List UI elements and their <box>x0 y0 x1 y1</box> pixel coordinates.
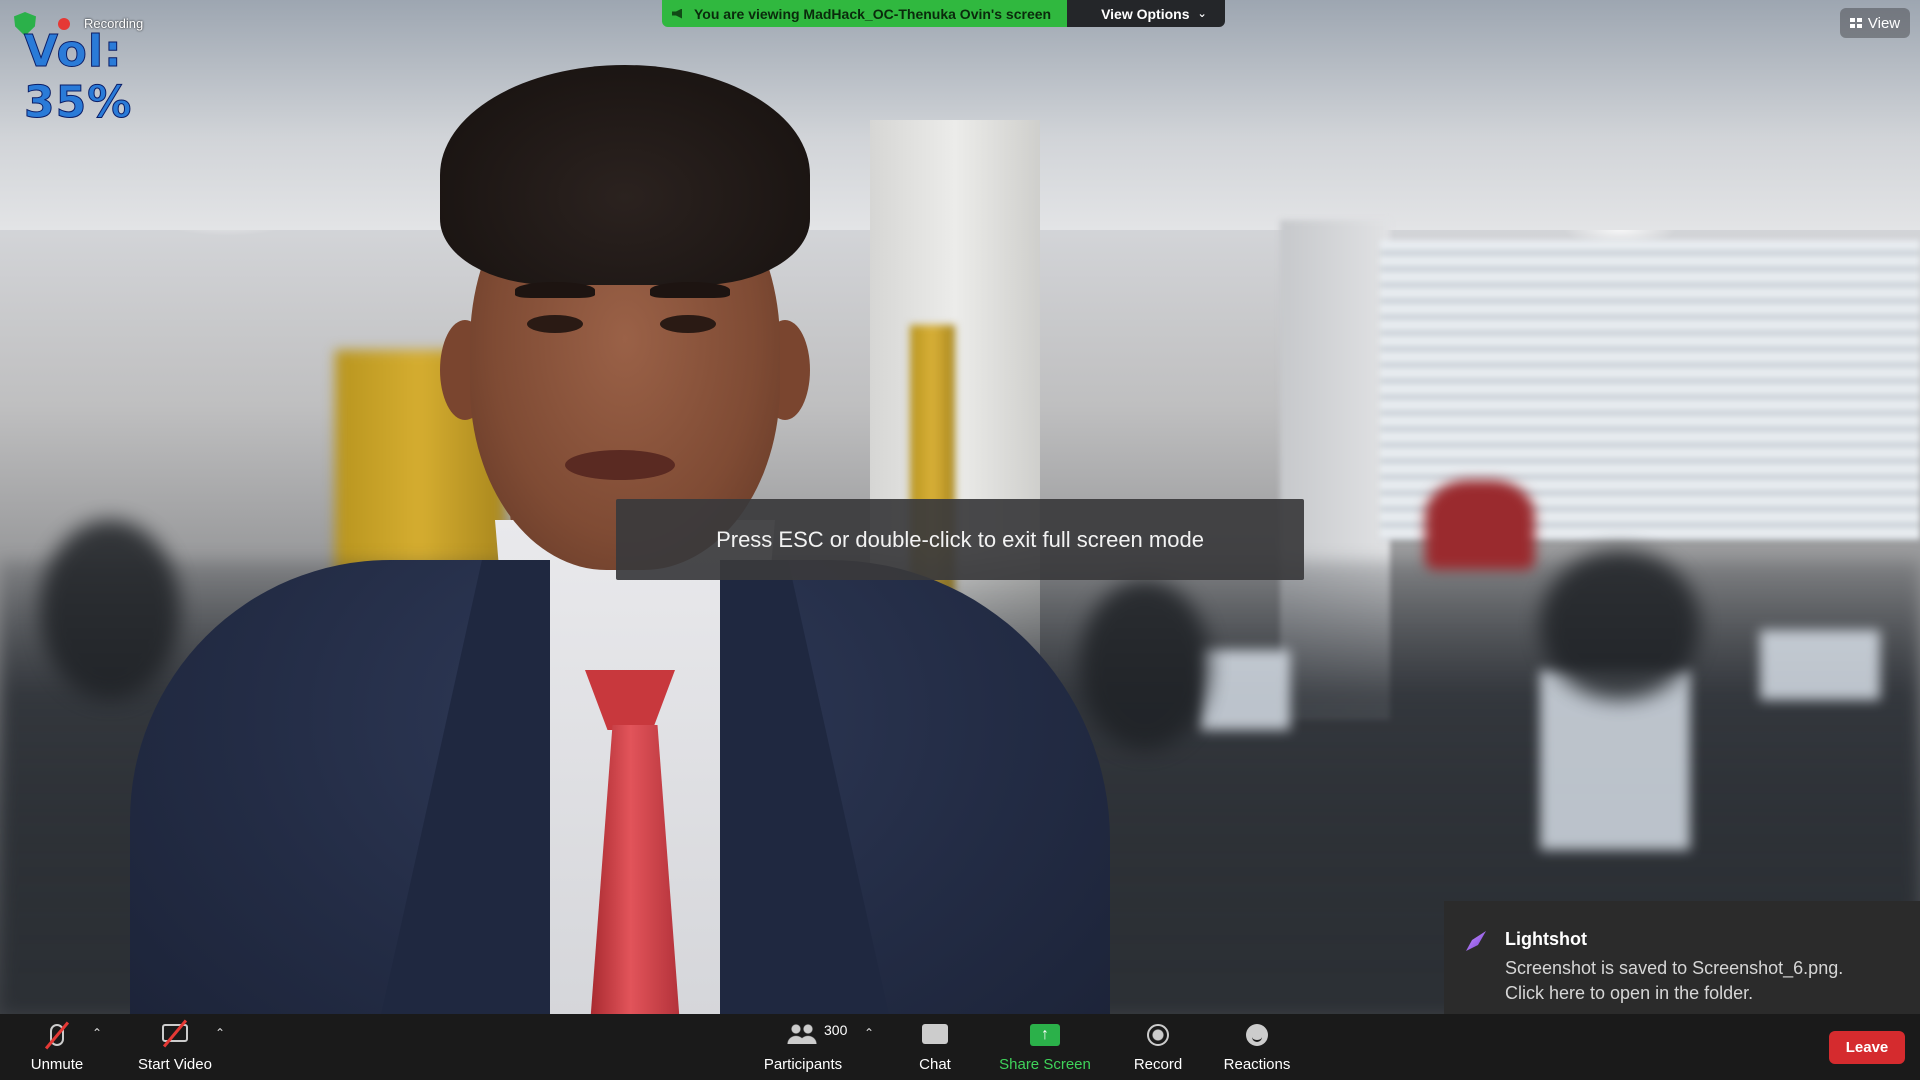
share-screen-arrow-icon: ↑ <box>1030 1024 1060 1046</box>
view-options-label: View Options <box>1101 5 1190 22</box>
notification-line: Screenshot is saved to Screenshot_6.png. <box>1505 958 1844 978</box>
fullscreen-exit-hint: Press ESC or double-click to exit full s… <box>616 499 1304 580</box>
participants-button[interactable]: 300 Participants <box>755 1014 851 1080</box>
video-off-icon <box>162 1019 188 1048</box>
view-button[interactable]: View <box>1840 8 1910 38</box>
record-label: Record <box>1133 1056 1183 1073</box>
audio-options-caret-icon[interactable]: ⌃ <box>92 1026 102 1040</box>
start-video-label: Start Video <box>138 1056 212 1073</box>
presenter-hair <box>440 65 810 285</box>
view-button-label: View <box>1867 14 1901 32</box>
presenter-eye <box>660 315 716 333</box>
participants-label: Participants <box>763 1056 843 1073</box>
lightshot-feather-icon <box>1466 931 1486 951</box>
notification-line: Click here to open in the folder. <box>1505 983 1754 1003</box>
chat-button[interactable]: Chat <box>905 1014 965 1080</box>
reactions-button[interactable]: Reactions <box>1222 1014 1292 1080</box>
screen-share-banner: You are viewing MadHack_OC-Thenuka Ovin'… <box>662 0 1225 27</box>
leave-label: Leave <box>1845 1039 1889 1056</box>
leave-button[interactable]: Leave <box>1829 1031 1905 1064</box>
background-person <box>1540 550 1700 700</box>
chevron-down-icon: ⌄ <box>1197 8 1207 20</box>
notification-title: Lightshot <box>1505 929 1587 949</box>
presenter-eye <box>527 315 583 333</box>
presenter-eyebrow <box>650 282 730 298</box>
background-person <box>40 520 180 700</box>
shared-screen-video: Recording Vol: 35% You are viewing MadHa… <box>0 0 1920 1014</box>
unmute-button[interactable]: Unmute <box>22 1014 92 1080</box>
record-icon <box>1147 1024 1169 1046</box>
record-button[interactable]: Record <box>1127 1014 1189 1080</box>
viewing-screen-text: You are viewing MadHack_OC-Thenuka Ovin'… <box>694 5 1052 22</box>
background-monitor <box>1760 630 1880 700</box>
volume-overlay: Vol: 35% <box>24 26 133 129</box>
share-screen-button[interactable]: ↑ Share Screen <box>995 1014 1095 1080</box>
lightshot-notification[interactable]: Lightshot Screenshot is saved to Screens… <box>1444 901 1920 1014</box>
reaction-smiley-icon <box>1246 1024 1268 1046</box>
presenter-eyebrow <box>515 282 595 298</box>
meeting-toolbar: Unmute ⌃ Start Video ⌃ 300 Participants … <box>0 1014 1920 1080</box>
participants-icon <box>787 1024 817 1044</box>
chat-label: Chat <box>919 1056 951 1073</box>
viewing-screen-notice: You are viewing MadHack_OC-Thenuka Ovin'… <box>662 0 1068 27</box>
reactions-label: Reactions <box>1223 1056 1291 1073</box>
participants-options-caret-icon[interactable]: ⌃ <box>864 1026 874 1040</box>
grid-view-icon <box>1849 18 1862 28</box>
speaker-icon <box>672 8 682 19</box>
fullscreen-exit-hint-text: Press ESC or double-click to exit full s… <box>716 526 1204 552</box>
chat-bubble-icon <box>922 1024 948 1044</box>
background-monitor <box>1200 650 1290 730</box>
video-options-caret-icon[interactable]: ⌃ <box>215 1026 225 1040</box>
participants-count: 300 <box>824 1022 848 1038</box>
view-options-button[interactable]: View Options ⌄ <box>1067 0 1225 27</box>
share-screen-label: Share Screen <box>999 1056 1091 1073</box>
unmute-label: Unmute <box>30 1056 84 1073</box>
background-person <box>1425 480 1535 570</box>
background-person <box>1080 580 1210 750</box>
microphone-muted-icon <box>44 1021 70 1050</box>
presenter-mouth <box>565 450 675 480</box>
start-video-button[interactable]: Start Video <box>130 1014 220 1080</box>
meeting-status: Recording Vol: 35% <box>12 12 232 129</box>
